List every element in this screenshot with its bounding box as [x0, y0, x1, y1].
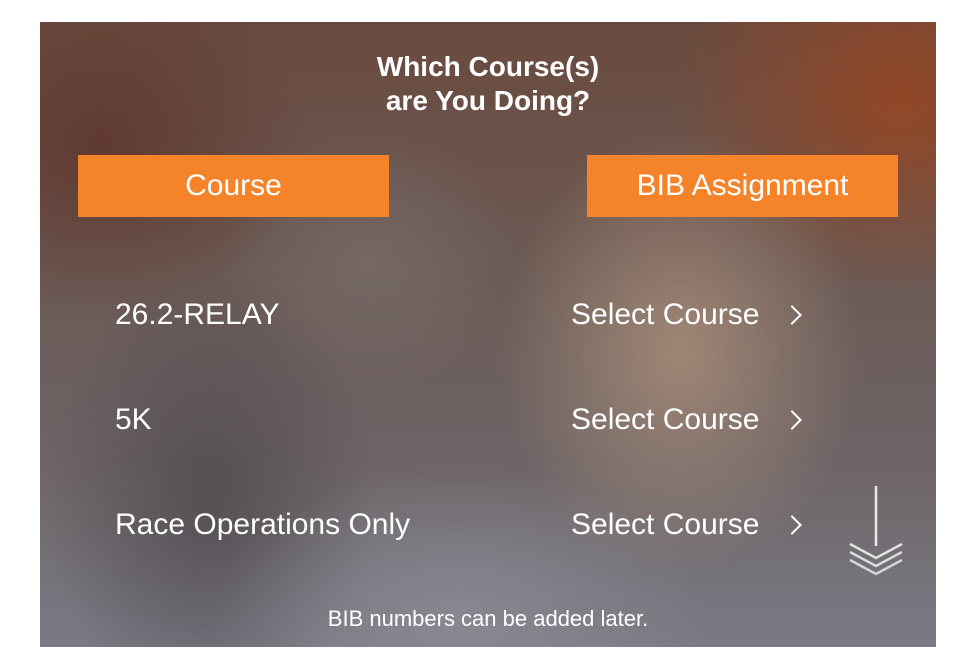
select-course-button[interactable]: Select Course [571, 395, 803, 445]
select-course-label: Select Course [571, 403, 760, 436]
page-title-line-2: are You Doing? [385, 85, 591, 116]
course-name: 5K [115, 403, 152, 436]
chevron-right-icon [782, 305, 803, 325]
course-selection-screen: Which Course(s) are You Doing? Course BI… [40, 22, 936, 647]
chevron-right-icon [782, 410, 803, 430]
course-name: 26.2-RELAY [115, 298, 280, 331]
select-course-button[interactable]: Select Course [571, 290, 803, 340]
scroll-down-icon[interactable] [846, 486, 906, 576]
course-row[interactable]: 26.2-RELAY Select Course [40, 290, 936, 340]
page-title: Which Course(s) are You Doing? [40, 50, 936, 118]
course-name: Race Operations Only [115, 508, 411, 541]
select-course-label: Select Course [571, 508, 760, 541]
footer-note: BIB numbers can be added later. [327, 606, 649, 631]
select-course-label: Select Course [571, 298, 760, 331]
chevron-right-icon [782, 515, 803, 535]
select-course-button[interactable]: Select Course [571, 500, 803, 550]
course-column-header: Course [78, 155, 389, 217]
bib-assignment-column-header: BIB Assignment [587, 155, 898, 217]
course-row[interactable]: Race Operations Only Select Course [40, 500, 936, 550]
page-title-line-1: Which Course(s) [376, 51, 600, 82]
course-row[interactable]: 5K Select Course [40, 395, 936, 445]
